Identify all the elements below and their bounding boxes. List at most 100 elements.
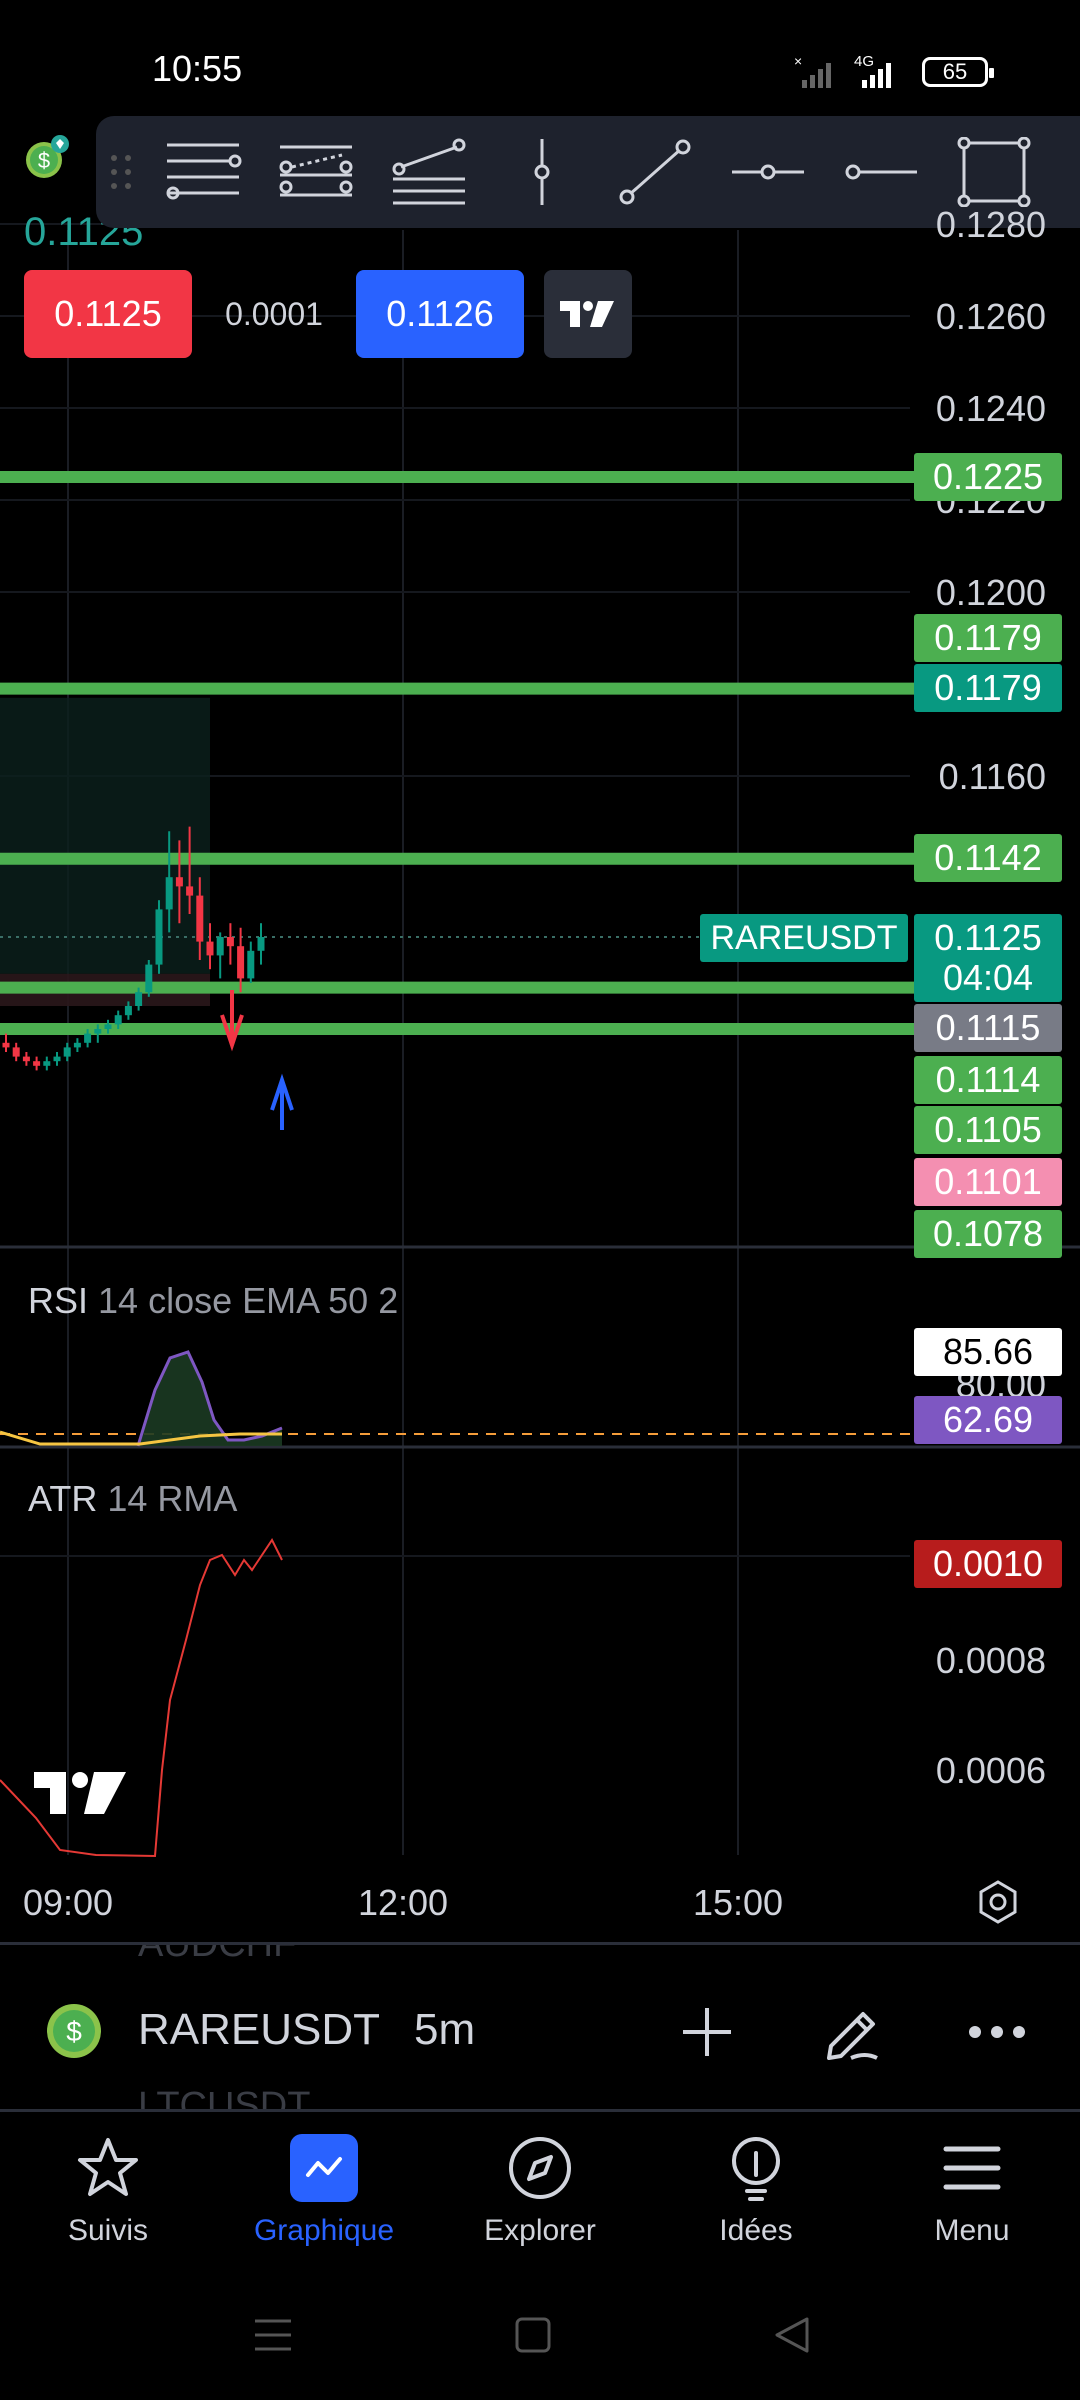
more-options-button[interactable] — [962, 1997, 1032, 2067]
trade-panel: 0.1125 0.0001 0.1126 — [24, 270, 632, 358]
atr-axis-label: 0.0008 — [935, 1640, 1046, 1681]
home-button[interactable] — [508, 2310, 558, 2360]
current-price: 0.1125 — [934, 917, 1042, 958]
symbol-coin-icon: $ — [47, 2004, 101, 2058]
candle-body — [114, 1015, 122, 1025]
menu-icon — [938, 2134, 1006, 2202]
atr-pane-label[interactable]: ATR 14 RMA — [28, 1478, 237, 1520]
tool-horizontal-line[interactable] — [711, 116, 824, 228]
level-price-badge: 0.1179 — [914, 664, 1062, 712]
tool-pitchfork[interactable] — [372, 116, 485, 228]
buy-button[interactable]: 0.1126 — [356, 270, 524, 358]
candle-body — [94, 1029, 102, 1034]
chart-settings-icon[interactable] — [974, 1878, 1022, 1926]
system-navigation-bar — [0, 2290, 1080, 2380]
rsi-value-badge: 85.66 — [914, 1328, 1062, 1376]
parallel-channel-icon — [279, 145, 352, 197]
nav-label: Suivis — [67, 2214, 149, 2247]
candle-body — [22, 1056, 30, 1062]
previous-symbol[interactable]: AUDCHF — [138, 1945, 296, 1966]
candle-body — [33, 1061, 41, 1066]
level-price-badge: 0.1114 — [914, 1056, 1062, 1104]
battery-icon: 65 — [922, 57, 994, 87]
candle-body — [53, 1056, 61, 1062]
more-dots-icon — [969, 2026, 1025, 2038]
nav-item-graphique[interactable]: Graphique — [216, 2112, 432, 2262]
bar-countdown: 04:04 — [942, 957, 1034, 998]
level-price-badge: 0.1142 — [914, 834, 1062, 882]
tool-trend-line[interactable] — [598, 116, 711, 228]
add-button[interactable] — [672, 1997, 742, 2067]
tool-vertical-line[interactable] — [485, 116, 598, 228]
nav-label: Idées — [719, 2214, 793, 2247]
candle-body — [206, 941, 214, 956]
plus-icon — [683, 2008, 731, 2056]
time-axis-label: 15:00 — [692, 1882, 784, 1923]
nav-item-suivis[interactable]: Suivis — [0, 2112, 216, 2262]
bottom-navigation: Suivis Graphique Explorer Idées Menu — [0, 2112, 1080, 2262]
atr-params: 14 RMA — [107, 1478, 238, 1519]
pencil-icon — [827, 2012, 878, 2060]
drawing-tools-button[interactable] — [818, 1997, 888, 2067]
rsi-ma-value-badge: 62.69 — [914, 1396, 1062, 1444]
recent-apps-button[interactable] — [248, 2310, 298, 2360]
sell-button[interactable]: 0.1125 — [24, 270, 192, 358]
candle-body — [104, 1024, 112, 1029]
candle-body — [247, 950, 255, 979]
tool-horizontal-ray[interactable] — [824, 116, 937, 228]
network-label: 4G — [854, 54, 874, 70]
time-axis-label: 09:00 — [22, 1882, 114, 1923]
vertical-line-icon — [534, 139, 549, 205]
candle-body — [257, 937, 265, 951]
pitchfork-icon — [392, 138, 465, 205]
candle-body — [216, 937, 224, 956]
nav-label: Graphique — [253, 2214, 395, 2247]
candle-body — [145, 964, 153, 993]
svg-text:×: × — [794, 54, 802, 69]
candle-body — [73, 1042, 81, 1048]
symbol-bar: AUDCHF $ RAREUSDT 5m LTCUSDT — [0, 1942, 1080, 2112]
status-indicators: × 4G 65 — [794, 52, 994, 92]
price-axis-label: 0.1160 — [938, 756, 1046, 797]
symbol-logo-icon: $ — [26, 135, 69, 178]
signal-4g-icon: 4G — [854, 54, 891, 88]
candle-body — [124, 1006, 132, 1016]
tool-parallel-channel[interactable] — [259, 116, 372, 228]
interval-selector[interactable]: 5m — [414, 2005, 475, 2055]
spread-value: 0.0001 — [225, 295, 323, 332]
tradingview-button[interactable] — [544, 270, 632, 358]
svg-text:$: $ — [66, 2016, 82, 2047]
nav-item-explorer[interactable]: Explorer — [432, 2112, 648, 2262]
next-symbol[interactable]: LTCUSDT — [138, 2085, 310, 2109]
nav-item-menu[interactable]: Menu — [864, 2112, 1080, 2262]
level-price-badge: 0.1105 — [914, 1106, 1062, 1154]
candle-body — [155, 909, 163, 965]
candle-body — [12, 1047, 20, 1057]
rsi-pane-label[interactable]: RSI 14 close EMA 50 2 — [28, 1280, 398, 1322]
tradingview-watermark-icon — [34, 1772, 126, 1814]
price-axis-label: 0.1280 — [935, 204, 1046, 245]
level-price-badge: 0.1078 — [914, 1210, 1062, 1258]
price-axis-label: 0.1240 — [935, 388, 1046, 429]
atr-value-badge: 0.0010 — [914, 1540, 1062, 1588]
drawing-toolbar — [96, 116, 1080, 228]
candle-body — [135, 992, 143, 1006]
nav-item-idees[interactable]: Idées — [648, 2112, 864, 2262]
current-price-badge: 0.1125 04:04 — [914, 914, 1062, 1002]
toolbar-drag-handle[interactable] — [96, 116, 146, 228]
horizontal-line-icon — [731, 164, 804, 180]
current-symbol-badge: RAREUSDT — [700, 914, 908, 962]
back-icon — [775, 2317, 809, 2353]
candle-body — [63, 1047, 71, 1057]
status-bar: 10:55 × 4G 65 — [0, 0, 1080, 110]
back-button[interactable] — [766, 2310, 816, 2360]
sell-signal-arrow — [220, 990, 244, 1052]
symbol-name[interactable]: RAREUSDT — [138, 2005, 380, 2055]
tool-fib-retracement[interactable] — [146, 116, 259, 228]
time-axis-label: 12:00 — [357, 1882, 449, 1923]
drag-handle-icon — [111, 155, 131, 189]
candle-body — [237, 946, 245, 979]
price-axis-label: 0.1200 — [935, 572, 1046, 613]
rsi-overbought-fill — [138, 1352, 282, 1446]
long-position-zone — [0, 697, 210, 974]
